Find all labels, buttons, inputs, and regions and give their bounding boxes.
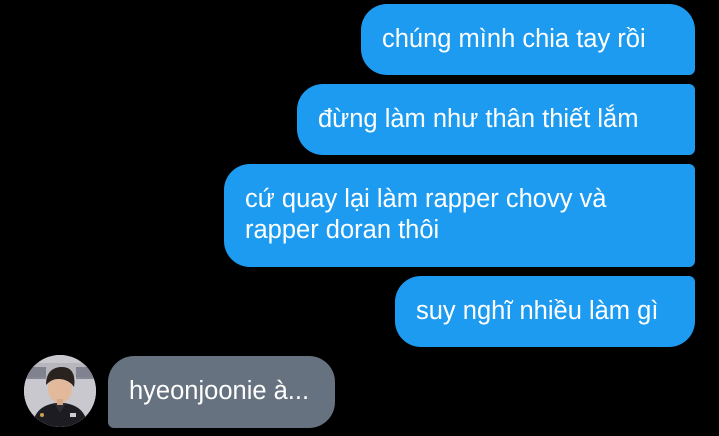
message-text: cứ quay lại làm rapper chovy và rapper d… (245, 185, 607, 244)
message-text: chúng mình chia tay rồi (382, 25, 646, 53)
message-text: đừng làm như thân thiết lắm (318, 105, 639, 133)
received-message-bubble[interactable]: hyeonjoonie à... (108, 356, 336, 428)
chat-thread: chúng mình chia tay rồi đừng làm như thâ… (0, 0, 719, 436)
message-text: hyeonjoonie à... (129, 377, 310, 405)
sent-message-bubble[interactable]: suy nghĩ nhiều làm gì (395, 276, 695, 347)
avatar[interactable] (24, 355, 96, 427)
message-text: suy nghĩ nhiều làm gì (416, 297, 659, 325)
sent-message-bubble[interactable]: cứ quay lại làm rapper chovy và rapper d… (224, 164, 695, 267)
sent-message-bubble[interactable]: chúng mình chia tay rồi (361, 4, 695, 75)
avatar-image (24, 355, 96, 427)
sent-message-bubble[interactable]: đừng làm như thân thiết lắm (297, 84, 695, 155)
